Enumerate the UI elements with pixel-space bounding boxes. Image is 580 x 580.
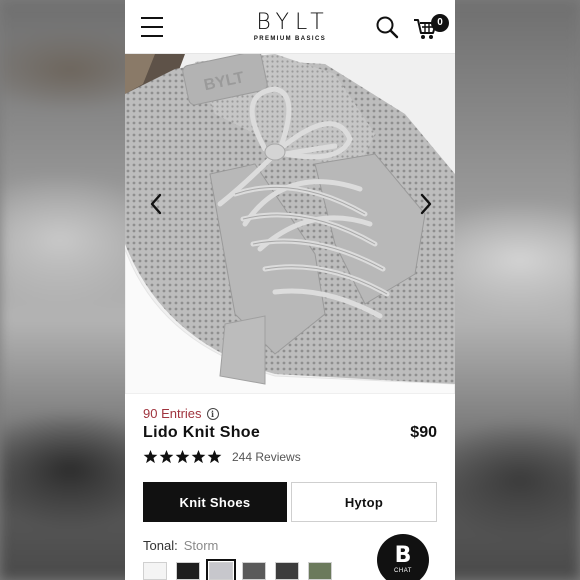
cart-count-badge: 0	[431, 14, 449, 32]
color-swatch[interactable]	[242, 562, 266, 580]
shoe-photo: BYLT	[125, 54, 455, 394]
reviews-count: 244 Reviews	[232, 449, 301, 464]
product-rating[interactable]: 244 Reviews	[143, 449, 301, 464]
entries-link[interactable]: 90 Entries i	[143, 406, 219, 421]
entries-text: 90 Entries	[143, 406, 202, 421]
color-selector-label: Tonal: Storm	[143, 538, 218, 553]
tonal-label: Tonal:	[143, 538, 178, 553]
color-swatch[interactable]	[176, 562, 200, 580]
previous-image-arrow-icon[interactable]	[145, 189, 167, 219]
product-title: Lido Knit Shoe	[143, 424, 261, 441]
chat-button[interactable]: B CHAT	[377, 534, 429, 580]
hamburger-menu-icon[interactable]	[141, 17, 163, 37]
style-tabs: Knit Shoes Hytop	[143, 482, 437, 522]
color-swatch[interactable]	[308, 562, 332, 580]
brand-logo[interactable]: BYLT PREMIUM BASICS	[235, 10, 345, 43]
star-icon	[159, 449, 174, 464]
next-image-arrow-icon[interactable]	[415, 189, 437, 219]
chat-label: CHAT	[394, 568, 412, 574]
color-swatch[interactable]	[206, 559, 236, 580]
color-swatch[interactable]	[143, 562, 167, 580]
star-icon	[191, 449, 206, 464]
site-header: BYLT PREMIUM BASICS 0	[125, 0, 455, 54]
star-icon	[207, 449, 222, 464]
color-swatches	[143, 559, 332, 580]
chat-logo-letter: B	[394, 543, 412, 568]
mobile-page: BYLT PREMIUM BASICS 0 BYLT 90 Entries i …	[125, 0, 455, 580]
selected-color-name: Storm	[183, 538, 219, 553]
product-image[interactable]: BYLT	[125, 54, 455, 394]
search-icon[interactable]	[375, 15, 399, 39]
star-icon	[175, 449, 190, 464]
star-icon	[143, 449, 158, 464]
info-icon[interactable]: i	[206, 407, 219, 420]
product-price: $90	[410, 424, 437, 441]
logo-text: BYLT	[256, 10, 330, 35]
star-rating	[143, 449, 222, 464]
tab-knit-shoes[interactable]: Knit Shoes	[143, 482, 287, 522]
tab-hytop[interactable]: Hytop	[291, 482, 437, 522]
color-swatch[interactable]	[275, 562, 299, 580]
logo-subtext: PREMIUM BASICS	[253, 36, 327, 42]
